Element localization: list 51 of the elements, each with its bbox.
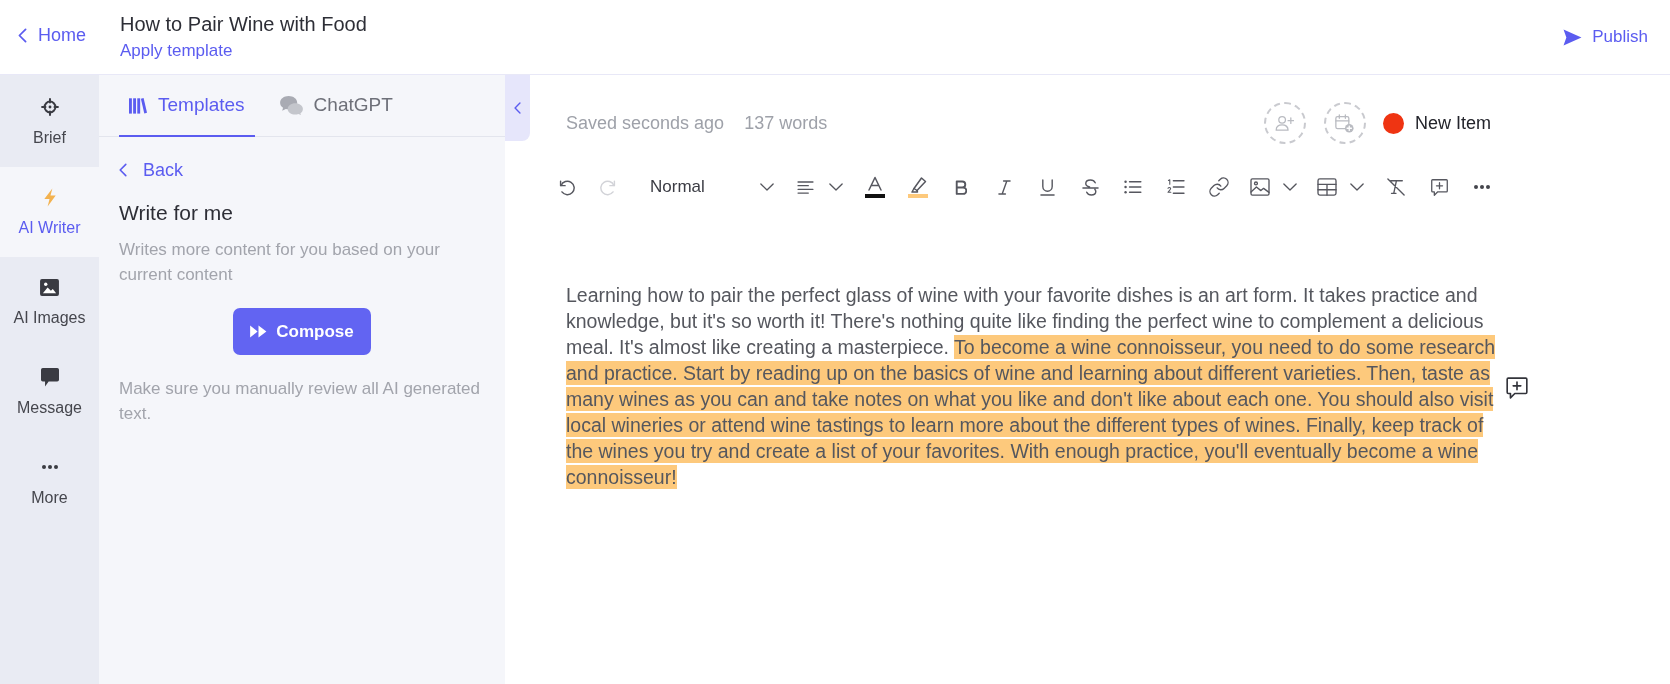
apply-template-link[interactable]: Apply template: [120, 40, 233, 62]
clear-formatting-icon[interactable]: [1386, 178, 1406, 196]
calendar-plus-icon: [1335, 113, 1355, 133]
add-comment-icon[interactable]: [1505, 376, 1529, 400]
crosshair-icon: [40, 98, 59, 116]
image-icon: [40, 278, 59, 296]
panel-tab[interactable]: Templates: [119, 75, 255, 137]
bold-icon[interactable]: [955, 179, 967, 195]
document-title: How to Pair Wine with Food: [120, 12, 367, 36]
fast-forward-icon: [250, 325, 268, 338]
review-note: Make sure you manually review all AI generated text.: [119, 378, 481, 425]
table-icon: [1317, 178, 1337, 196]
lightning-bolt-icon: [42, 187, 57, 207]
compose-button[interactable]: Compose: [233, 308, 371, 355]
chevron-down-icon: [1350, 183, 1364, 191]
rail-item[interactable]: AI Writer: [0, 167, 99, 257]
chevron-down-icon: [760, 183, 774, 191]
strikethrough-icon[interactable]: [1081, 178, 1099, 196]
underline-icon[interactable]: [1039, 178, 1055, 196]
text-style-select[interactable]: Normal: [638, 173, 779, 201]
add-person-icon: [1275, 115, 1295, 131]
description-text: Writes more content for you based on your current content: [119, 239, 441, 286]
bulleted-list-icon[interactable]: [1124, 180, 1142, 194]
align-left-icon: [797, 180, 814, 194]
chevron-left-icon: [119, 163, 127, 177]
publish-button[interactable]: Publish: [1563, 26, 1648, 48]
section-heading: Write for me: [119, 201, 234, 225]
highlighter-icon[interactable]: [908, 176, 928, 198]
send-icon: [1563, 28, 1583, 46]
save-status: Saved seconds ago: [566, 111, 725, 135]
italic-icon[interactable]: [997, 179, 1011, 195]
chat-bubbles-icon: [279, 95, 303, 115]
more-icon[interactable]: [1474, 185, 1490, 189]
panel-tab[interactable]: ChatGPT: [269, 75, 403, 137]
link-icon[interactable]: [1209, 177, 1229, 197]
chevron-down-icon: [829, 183, 843, 191]
image-icon: [1250, 178, 1270, 196]
add-comment-icon[interactable]: [1429, 177, 1449, 197]
chevron-down-icon: [1283, 183, 1297, 191]
chevron-left-icon: [514, 102, 521, 114]
home-link[interactable]: Home: [18, 24, 86, 47]
back-link[interactable]: Back: [119, 159, 184, 181]
ellipsis-icon: [41, 465, 58, 469]
speech-bubble-icon: [40, 367, 59, 387]
status-selector[interactable]: New Item: [1382, 109, 1491, 137]
word-count: 137 words: [744, 111, 828, 135]
font-color-icon[interactable]: [865, 176, 885, 198]
books-icon: [129, 96, 147, 114]
undo-icon[interactable]: [557, 178, 575, 196]
chevron-left-icon: [18, 27, 27, 43]
numbered-list-icon[interactable]: [1167, 179, 1185, 195]
